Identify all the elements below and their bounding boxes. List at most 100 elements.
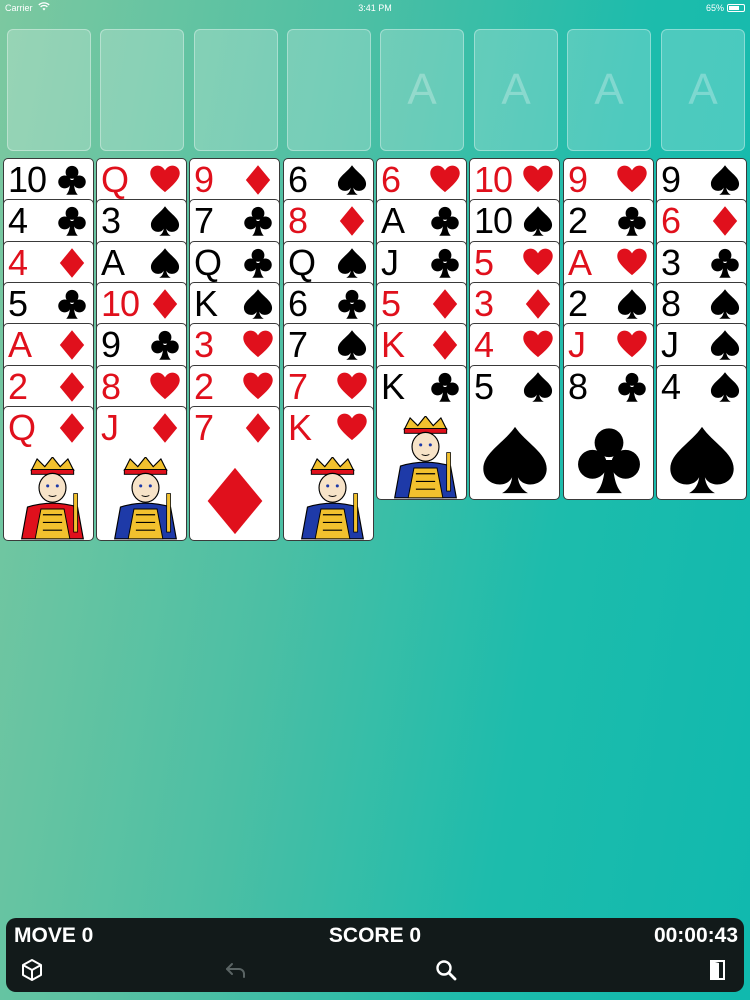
card-rank: 7 — [288, 324, 308, 366]
card-rank: A — [8, 324, 32, 366]
free-cell-3[interactable] — [194, 29, 278, 151]
free-cell-1[interactable] — [7, 29, 91, 151]
card-rank: 7 — [288, 365, 308, 407]
club-icon — [711, 248, 739, 278]
card-rank: Q — [288, 241, 316, 283]
club-icon — [338, 289, 366, 319]
spade-icon — [617, 289, 647, 319]
club-icon — [58, 289, 86, 319]
undo-button[interactable] — [222, 956, 250, 984]
diamond-icon — [245, 165, 271, 195]
club-icon — [618, 372, 646, 402]
heart-icon — [523, 165, 553, 193]
spade-icon — [710, 289, 740, 319]
spade-icon — [523, 206, 553, 237]
heart-icon — [523, 330, 553, 358]
club-icon — [58, 165, 86, 195]
card-rank: 6 — [661, 200, 681, 242]
diamond-icon — [59, 371, 85, 402]
heart-icon — [150, 372, 180, 399]
heart-icon — [523, 248, 553, 275]
card-rank: 6 — [288, 282, 308, 324]
foundation-4[interactable]: A — [661, 29, 745, 151]
card-rank: 10 — [474, 159, 513, 200]
foundation-2[interactable]: A — [474, 29, 558, 151]
club-icon — [151, 331, 179, 360]
foundation-placeholder-label: A — [688, 65, 718, 114]
free-cell-4[interactable] — [287, 29, 371, 151]
bottom-toolbar: MOVE 0 SCORE 0 00:00:43 — [6, 918, 744, 992]
card-rank: J — [101, 406, 119, 448]
clock-label: 3:41 PM — [358, 3, 392, 13]
spade-icon — [523, 371, 553, 402]
undo-icon — [226, 963, 245, 978]
card-rank: K — [288, 406, 312, 448]
spade-icon — [710, 330, 740, 360]
foundation-3[interactable]: A — [567, 29, 651, 151]
playing-card[interactable]: K — [283, 405, 374, 541]
card-rank: 2 — [194, 365, 214, 407]
diamond-icon — [59, 247, 85, 278]
card-rank: A — [381, 200, 405, 242]
card-rank: J — [568, 324, 586, 366]
hint-button[interactable] — [432, 956, 460, 984]
playing-card[interactable]: 8 — [563, 364, 654, 500]
card-rank: 4 — [661, 365, 681, 407]
playing-card[interactable]: 7 — [189, 405, 280, 541]
card-rank: Q — [8, 406, 36, 448]
card-rank: K — [194, 282, 218, 324]
heart-icon — [617, 248, 647, 275]
playing-card[interactable]: J — [96, 405, 187, 541]
club-icon — [431, 372, 459, 402]
new-game-button[interactable] — [18, 956, 46, 984]
card-rank: 2 — [568, 200, 588, 242]
diamond-icon — [432, 330, 458, 360]
club-pip-icon — [577, 427, 640, 493]
card-rank: 9 — [568, 159, 588, 200]
diamond-icon — [245, 413, 271, 443]
foundation-placeholder-label: A — [594, 65, 624, 114]
queen-illustration — [14, 456, 91, 540]
playing-card[interactable]: 4 — [656, 364, 747, 500]
card-rank: 6 — [381, 159, 401, 200]
spade-icon — [337, 165, 367, 195]
card-rank: K — [381, 365, 405, 407]
playing-card[interactable]: Q — [3, 405, 94, 541]
foundation-placeholder-label: A — [501, 65, 531, 114]
card-rank: Q — [194, 241, 222, 283]
king-illustration — [387, 415, 464, 499]
heart-icon — [617, 330, 647, 358]
spade-icon — [243, 289, 273, 319]
spade-icon — [150, 206, 180, 237]
card-rank: 3 — [661, 241, 681, 283]
card-rank: K — [381, 324, 405, 366]
card-rank: 10 — [101, 282, 140, 324]
card-rank: Q — [101, 159, 129, 200]
club-icon — [431, 248, 459, 278]
card-rank: 9 — [194, 159, 214, 200]
card-rank: 2 — [8, 365, 28, 407]
playing-card[interactable]: 5 — [469, 364, 560, 500]
foundation-1[interactable]: A — [380, 29, 464, 151]
foundation-placeholder-label: A — [407, 65, 437, 114]
diamond-icon — [339, 206, 365, 237]
game-timer: 00:00:43 — [653, 924, 738, 947]
heart-icon — [337, 413, 367, 440]
club-icon — [618, 207, 646, 237]
battery-percent: 65% — [705, 3, 724, 13]
card-rank: A — [568, 241, 592, 283]
king-illustration — [294, 456, 371, 540]
free-cell-2[interactable] — [100, 29, 184, 151]
jack-illustration — [107, 456, 184, 540]
playing-card[interactable]: K — [376, 364, 467, 500]
heart-icon — [243, 372, 273, 399]
spade-pip-icon — [669, 426, 734, 493]
spade-icon — [337, 330, 367, 360]
club-icon — [244, 207, 272, 237]
card-rank: 5 — [381, 282, 401, 324]
diamond-icon — [152, 289, 178, 319]
exit-button[interactable] — [704, 956, 732, 984]
card-rank: 4 — [8, 241, 28, 283]
heart-icon — [150, 165, 180, 193]
diamond-icon — [432, 289, 458, 319]
